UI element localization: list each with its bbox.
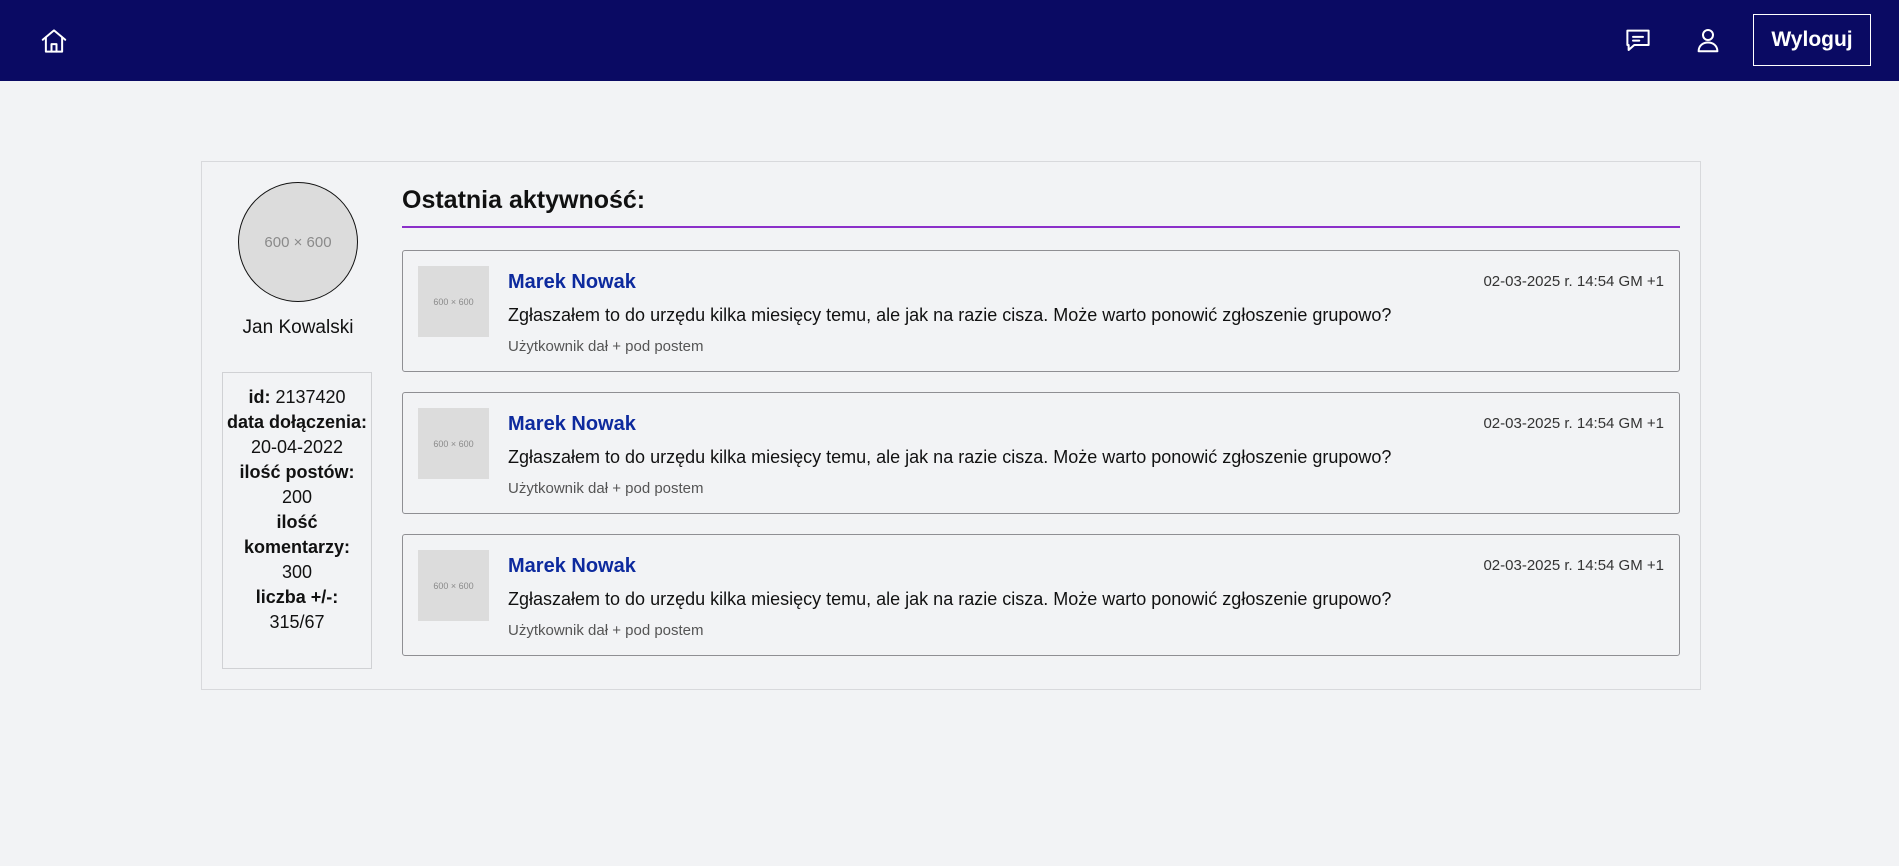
home-button[interactable] — [38, 25, 70, 57]
post-thumbnail: 600 × 600 — [418, 266, 489, 337]
logout-button[interactable]: Wyloguj — [1753, 14, 1871, 66]
thumbnail-placeholder-label: 600 × 600 — [433, 580, 474, 591]
activity-divider — [402, 226, 1680, 228]
post-text: Zgłaszałem to do urzędu kilka miesięcy t… — [508, 305, 1392, 325]
activity-title: Ostatnia aktywność: — [402, 186, 646, 214]
post-note: Użytkownik dał + pod postem — [508, 622, 704, 639]
post-thumbnail: 600 × 600 — [418, 550, 489, 621]
post-thumbnail: 600 × 600 — [418, 408, 489, 479]
comments-label: ilość komentarzy: — [243, 512, 351, 557]
posts-value: 200 — [281, 487, 313, 507]
activity-post[interactable]: 600 × 600 Marek Nowak 02-03-2025 r. 14:5… — [402, 250, 1680, 372]
joined-value: 20-04-2022 — [250, 437, 344, 457]
post-text: Zgłaszałem to do urzędu kilka miesięcy t… — [508, 589, 1392, 609]
comments-value: 300 — [281, 562, 313, 582]
post-note: Użytkownik dał + pod postem — [508, 480, 704, 497]
user-icon — [1697, 29, 1719, 53]
post-date: 02-03-2025 r. 14:54 GM +1 — [1483, 415, 1664, 432]
profile-panel: 600 × 600 Jan Kowalski id: 2137420 data … — [201, 161, 1701, 690]
home-icon — [41, 29, 67, 53]
posts-label: ilość postów: — [239, 462, 355, 482]
avatar: 600 × 600 — [238, 182, 358, 302]
messages-button[interactable] — [1622, 24, 1654, 56]
id-value: 2137420 — [275, 387, 346, 407]
post-author-link[interactable]: Marek Nowak — [508, 413, 636, 436]
post-date: 02-03-2025 r. 14:54 GM +1 — [1483, 273, 1664, 290]
joined-label: data dołączenia: — [226, 412, 368, 432]
activity-post[interactable]: 600 × 600 Marek Nowak 02-03-2025 r. 14:5… — [402, 534, 1680, 656]
activity-post[interactable]: 600 × 600 Marek Nowak 02-03-2025 r. 14:5… — [402, 392, 1680, 514]
score-value: 315/67 — [269, 612, 325, 632]
id-label: id: — [248, 387, 271, 407]
top-navbar: Wyloguj — [0, 0, 1899, 81]
thumbnail-placeholder-label: 600 × 600 — [433, 296, 474, 307]
profile-name: Jan Kowalski — [242, 317, 354, 338]
avatar-placeholder-label: 600 × 600 — [264, 233, 332, 251]
profile-button[interactable] — [1692, 24, 1724, 56]
post-author-link[interactable]: Marek Nowak — [508, 555, 636, 578]
chat-bubble-icon — [1626, 29, 1650, 51]
post-text: Zgłaszałem to do urzędu kilka miesięcy t… — [508, 447, 1392, 467]
post-author-link[interactable]: Marek Nowak — [508, 271, 636, 294]
post-date: 02-03-2025 r. 14:54 GM +1 — [1483, 557, 1664, 574]
score-label: liczba +/-: — [255, 587, 339, 607]
thumbnail-placeholder-label: 600 × 600 — [433, 438, 474, 449]
post-note: Użytkownik dał + pod postem — [508, 338, 704, 355]
user-stats: id: 2137420 data dołączenia: 20-04-2022 … — [222, 372, 372, 669]
